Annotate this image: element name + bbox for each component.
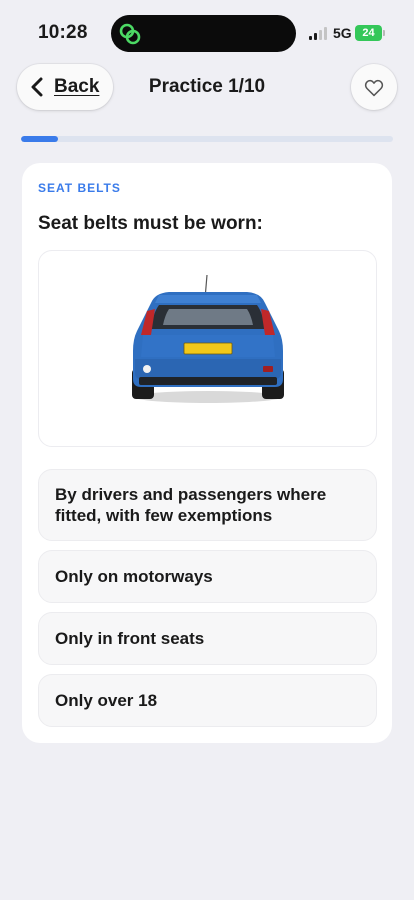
heart-icon: [364, 79, 384, 97]
answer-option-1[interactable]: By drivers and passengers where fitted, …: [38, 469, 377, 541]
answer-option-4[interactable]: Only over 18: [38, 674, 377, 727]
question-card: SEAT BELTS Seat belts must be worn: By d…: [22, 163, 392, 743]
back-button[interactable]: Back: [17, 64, 113, 110]
status-bar: 10:28 5G 24: [0, 0, 414, 62]
question-text: Seat belts must be worn:: [38, 213, 263, 234]
car-rear-image: [132, 274, 284, 403]
status-time: 10:28: [38, 22, 88, 43]
header: Back Practice 1/10: [0, 62, 414, 112]
question-image: [38, 250, 377, 447]
progress-fill: [21, 136, 59, 142]
chevron-left-icon: [31, 77, 43, 97]
cellular-signal-icon: [309, 27, 327, 40]
answer-option-3[interactable]: Only in front seats: [38, 612, 377, 665]
app-activity-icon: [119, 23, 141, 45]
progress-bar: [21, 136, 393, 142]
favorite-button[interactable]: [351, 64, 397, 110]
battery-cap: [383, 30, 385, 36]
answer-option-2[interactable]: Only on motorways: [38, 550, 377, 603]
battery-icon: 24: [355, 25, 382, 41]
network-type: 5G: [333, 25, 352, 41]
question-category: SEAT BELTS: [38, 181, 121, 195]
dynamic-island: [111, 15, 296, 52]
page-title: Practice 1/10: [148, 76, 266, 97]
back-button-label: Back: [54, 76, 100, 97]
